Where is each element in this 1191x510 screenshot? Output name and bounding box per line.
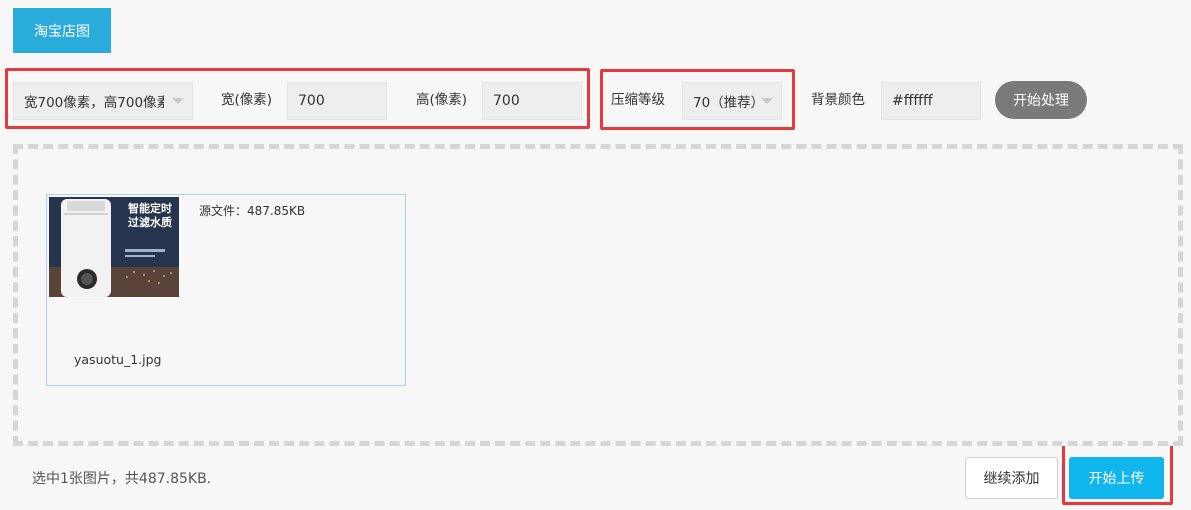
size-preset-select[interactable]: 宽700像素，高700像素 <box>13 82 193 120</box>
width-input[interactable] <box>287 82 387 120</box>
size-preset-value: 宽700像素，高700像素 <box>24 95 164 111</box>
chevron-down-icon <box>761 98 773 104</box>
file-name: yasuotu_1.jpg <box>74 352 162 367</box>
thumb-text-line2: 过滤水质 <box>128 216 172 229</box>
compression-select[interactable]: 70（推荐） <box>682 82 782 120</box>
start-processing-button[interactable]: 开始处理 <box>995 81 1087 119</box>
tab-taobao-shop-image[interactable]: 淘宝店图 <box>13 8 111 53</box>
continue-add-button[interactable]: 继续添加 <box>965 457 1058 499</box>
width-label: 宽(像素) <box>221 92 273 108</box>
height-input[interactable] <box>482 82 582 120</box>
selection-summary: 选中1张图片，共487.85KB. <box>32 471 212 487</box>
start-upload-button[interactable]: 开始上传 <box>1069 457 1164 499</box>
compression-label: 压缩等级 <box>611 92 665 108</box>
chevron-down-icon <box>172 98 184 104</box>
height-label: 高(像素) <box>416 92 468 108</box>
compression-value: 70（推荐） <box>693 95 755 111</box>
background-color-label: 背景颜色 <box>811 92 865 108</box>
background-color-input[interactable] <box>881 82 981 120</box>
source-file-size: 源文件：487.85KB <box>199 204 306 218</box>
